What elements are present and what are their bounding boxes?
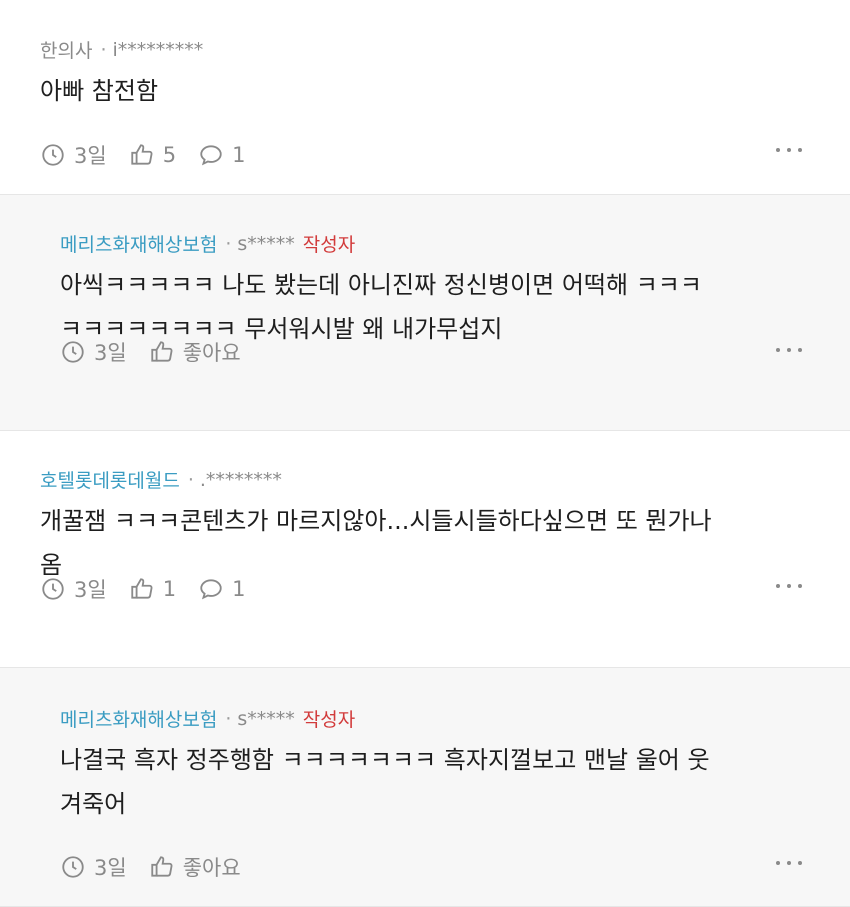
- comment-header: 호텔롯데롯데월드 · .********: [40, 466, 810, 493]
- time-stamp: 3일: [60, 337, 127, 367]
- commenter-user-id: .********: [199, 468, 282, 491]
- comment-text-line: 나결국 흑자 정주행함 ㅋㅋㅋㅋㅋㅋㅋ 흑자지껄보고 맨날 울어 웃: [60, 746, 710, 774]
- time-text: 3일: [74, 144, 107, 168]
- comment-meta: 3일 좋아요: [0, 852, 850, 882]
- reply-count: 1: [232, 577, 246, 601]
- separator-dot: ·: [187, 468, 194, 491]
- comment-text-line: 겨죽어: [60, 790, 127, 818]
- separator-dot: ·: [225, 707, 232, 730]
- author-badge: 작성자: [302, 234, 356, 256]
- more-options-icon[interactable]: [776, 345, 802, 355]
- reply-count: 1: [232, 143, 246, 167]
- clock-icon: [62, 341, 84, 363]
- commenter-user-id: s*****: [237, 232, 295, 255]
- thumbs-up-icon: [151, 341, 173, 362]
- comment: 한의사 · i********* 아빠 참전함 3일 5 1: [0, 0, 850, 195]
- clock-icon: [62, 856, 84, 878]
- like-button[interactable]: 좋아요: [149, 852, 241, 882]
- like-count: 1: [162, 577, 177, 601]
- thumbs-up-icon: [131, 578, 153, 599]
- clock-icon: [42, 578, 64, 600]
- more-options-icon[interactable]: [776, 581, 802, 591]
- time-text: 3일: [94, 341, 127, 365]
- comment: 호텔롯데롯데월드 · .******** 개꿀잼 ㅋㅋㅋ콘텐츠가 마르지않아..…: [0, 431, 850, 668]
- reply-button[interactable]: 1: [198, 142, 245, 168]
- like-count: 5: [162, 143, 177, 167]
- time-stamp: 3일: [60, 852, 127, 882]
- comment-meta: 3일 좋아요: [0, 337, 850, 367]
- like-label: 좋아요: [182, 856, 241, 880]
- comment-header: 메리츠화재해상보험 · s***** 작성자: [60, 230, 810, 257]
- commenter-nickname[interactable]: 메리츠화재해상보험: [60, 705, 217, 732]
- time-text: 3일: [74, 578, 107, 602]
- comment-header: 한의사 · i*********: [40, 36, 810, 63]
- like-label: 좋아요: [182, 341, 241, 365]
- commenter-user-id: i*********: [112, 38, 204, 61]
- commenter-nickname[interactable]: 메리츠화재해상보험: [60, 230, 217, 257]
- more-options-icon[interactable]: [776, 145, 802, 155]
- time-stamp: 3일: [40, 574, 107, 604]
- comment-text-line: 아씩ㅋㅋㅋㅋㅋ 나도 봤는데 아니진짜 정신병이면 어떡해 ㅋㅋㅋ: [60, 271, 702, 299]
- comment-text: 아빠 참전함: [40, 69, 810, 113]
- more-options-icon[interactable]: [776, 858, 802, 868]
- comment-text: 나결국 흑자 정주행함 ㅋㅋㅋㅋㅋㅋㅋ 흑자지껄보고 맨날 울어 웃 겨죽어: [60, 738, 810, 826]
- comment-header: 메리츠화재해상보험 · s***** 작성자: [60, 705, 810, 732]
- like-button[interactable]: 1: [129, 576, 176, 602]
- comment-meta: 3일 5 1: [0, 140, 850, 170]
- time-stamp: 3일: [40, 140, 107, 170]
- comment-meta: 3일 1 1: [0, 574, 850, 604]
- commenter-nickname[interactable]: 호텔롯데롯데월드: [40, 466, 180, 493]
- comment-text-line: 개꿀잼 ㅋㅋㅋ콘텐츠가 마르지않아...시들시들하다싶으면 또 뭔가나: [40, 507, 712, 535]
- speech-bubble-icon: [200, 145, 222, 166]
- like-button[interactable]: 5: [129, 142, 176, 168]
- like-button[interactable]: 좋아요: [149, 337, 241, 367]
- separator-dot: ·: [225, 232, 232, 255]
- thumbs-up-icon: [131, 144, 153, 165]
- comment-text-line: 아빠 참전함: [40, 77, 159, 105]
- clock-icon: [42, 144, 64, 166]
- commenter-user-id: s*****: [237, 707, 295, 730]
- reply-comment: 메리츠화재해상보험 · s***** 작성자 아씩ㅋㅋㅋㅋㅋ 나도 봤는데 아니…: [0, 195, 850, 431]
- author-badge: 작성자: [302, 709, 356, 731]
- commenter-nickname[interactable]: 한의사: [40, 36, 92, 63]
- speech-bubble-icon: [200, 579, 222, 600]
- time-text: 3일: [94, 856, 127, 880]
- reply-button[interactable]: 1: [198, 576, 245, 602]
- thumbs-up-icon: [151, 856, 173, 877]
- separator-dot: ·: [100, 38, 107, 61]
- reply-comment: 메리츠화재해상보험 · s***** 작성자 나결국 흑자 정주행함 ㅋㅋㅋㅋㅋ…: [0, 668, 850, 907]
